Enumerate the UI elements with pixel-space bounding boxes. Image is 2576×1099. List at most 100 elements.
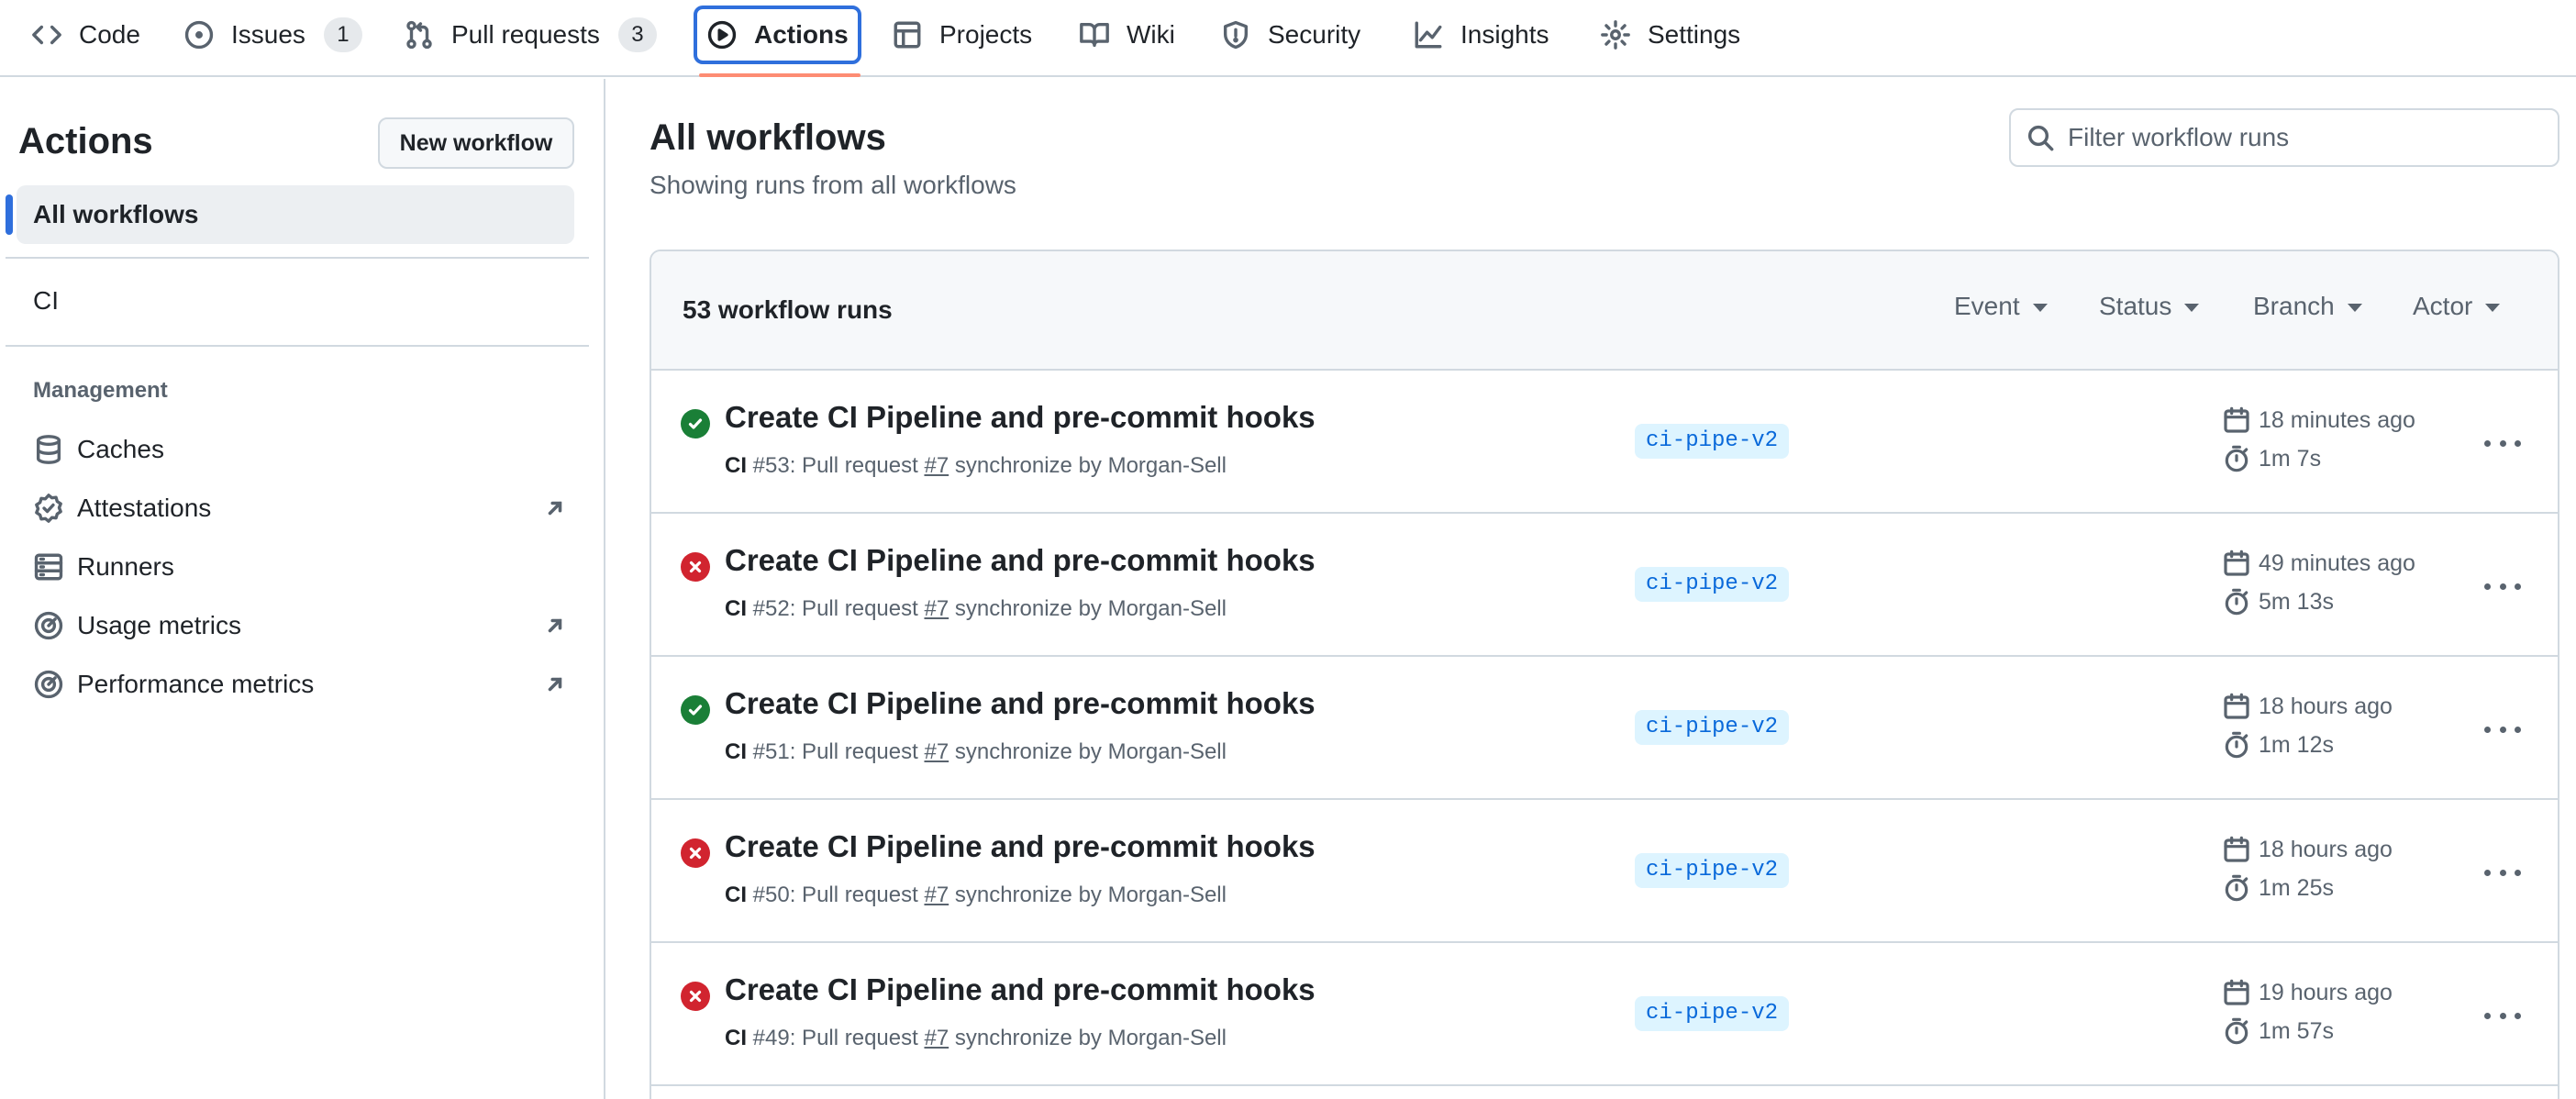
run-title-link[interactable]: Create CI Pipeline and pre-commit hooks [725,543,1316,578]
sidebar-item-label: Attestations [77,494,212,522]
pull-request-link[interactable]: #7 [924,739,949,764]
run-date: 18 hours ago [2222,692,2393,721]
calendar-icon [2224,406,2249,433]
run-date: 18 minutes ago [2222,405,2415,435]
duration: 1m 57s [2259,1017,2334,1044]
run-date: 18 hours ago [2222,835,2393,864]
run-title-link[interactable]: Create CI Pipeline and pre-commit hooks [725,400,1316,435]
workflow-run-row[interactable]: Create CI Pipeline and pre-commit hooks … [651,514,2558,657]
tab-settings[interactable]: Settings [1587,9,1753,61]
tab-label: Settings [1648,20,1741,49]
sidebar-title: Actions [18,121,153,161]
pull-request-link[interactable]: #7 [924,1026,949,1050]
run-title-link[interactable]: Create CI Pipeline and pre-commit hooks [725,686,1316,721]
workflow-run-row[interactable]: Create CI Pipeline and pre-commit hooks … [651,657,2558,800]
duration: 1m 12s [2259,731,2334,758]
success-icon [681,409,710,438]
run-title-link[interactable]: Create CI Pipeline and pre-commit hooks [725,829,1316,864]
caret-down-icon [2032,303,2048,312]
workflow-run-row[interactable]: Create CI Pipeline and pre-commit hooks … [651,800,2558,943]
tab-pull-requests[interactable]: Pull requests 3 [391,9,670,61]
pull-request-link[interactable]: #7 [924,883,949,907]
kebab-horizontal-icon[interactable] [2484,859,2521,886]
run-meta: CI #51: Pull request #7 synchronize by M… [725,739,1227,765]
status-filter-dropdown[interactable]: Status [2099,292,2200,321]
filter-workflow-runs[interactable] [2009,108,2559,167]
sidebar-item-performance-metrics[interactable]: Performance metrics [33,662,565,706]
run-duration: 1m 57s [2222,1016,2334,1046]
sidebar-item-attestations[interactable]: Attestations [33,486,565,530]
new-workflow-button[interactable]: New workflow [378,117,574,169]
kebab-horizontal-icon[interactable] [2484,429,2521,457]
sidebar-item-all-workflows[interactable]: All workflows [17,185,574,244]
branch-label[interactable]: ci-pipe-v2 [1635,996,1790,1031]
workflow-runs-list: 53 workflow runs Event Status Branch Act… [650,250,2559,1099]
event-text: : Pull request [789,596,925,621]
run-number: #50 [752,883,790,907]
kebab-horizontal-icon[interactable] [2484,1002,2521,1029]
event-text: : Pull request [789,739,925,764]
play-icon [707,20,737,50]
database-icon [36,435,61,464]
workflow-run-row[interactable]: Create CI Pipeline and pre-commit hooks … [651,943,2558,1086]
sidebar-item-usage-metrics[interactable]: Usage metrics [33,604,565,648]
tab-code[interactable]: Code [18,9,153,61]
run-duration: 1m 12s [2222,730,2334,760]
tab-label: Actions [754,20,849,49]
tab-label: Pull requests [451,20,600,49]
pull-request-link[interactable]: #7 [924,596,949,621]
run-number: #53 [752,453,790,478]
run-title-link[interactable]: Create CI Pipeline and pre-commit hooks [725,972,1316,1007]
duration: 1m 7s [2259,445,2322,472]
time-ago: 18 minutes ago [2259,406,2415,433]
caret-down-icon [2347,303,2362,312]
actor-filter-dropdown[interactable]: Actor [2413,292,2501,321]
sidebar-item-label: Runners [77,552,174,581]
sidebar-item-runners[interactable]: Runners [33,545,565,589]
branch-label[interactable]: ci-pipe-v2 [1635,424,1790,459]
tab-actions[interactable]: Actions [694,6,861,64]
external-link-icon [548,677,562,692]
tab-insights[interactable]: Insights [1400,9,1562,61]
branch-label[interactable]: ci-pipe-v2 [1635,853,1790,888]
runs-list-header: 53 workflow runs Event Status Branch Act… [651,251,2558,371]
meter-icon [34,611,63,640]
calendar-icon [2224,550,2249,576]
tab-issues[interactable]: Issues 1 [171,9,375,61]
action-text: synchronize by Morgan-Sell [949,596,1227,621]
workflow-name: CI [725,596,747,621]
issue-icon [184,20,214,50]
search-icon [2027,125,2054,151]
sidebar-item-ci[interactable]: CI [33,286,59,316]
kebab-horizontal-icon[interactable] [2484,716,2521,743]
tab-security[interactable]: Security [1207,9,1373,61]
workflow-run-row[interactable]: Create CI Pipeline and pre-commit hooks … [651,371,2558,514]
external-link-icon [548,501,562,516]
table-icon [894,21,921,49]
branch-label[interactable]: ci-pipe-v2 [1635,567,1790,602]
event-filter-dropdown[interactable]: Event [1954,292,2048,321]
calendar-icon [2224,979,2249,1005]
tab-label: Insights [1460,20,1549,49]
time-ago: 18 hours ago [2259,836,2393,862]
repo-nav: Code Issues 1 Pull requests 3 Actions Pr… [0,0,2576,77]
stopwatch-icon [2225,445,2248,472]
book-icon [1080,22,1109,48]
branch-filter-dropdown[interactable]: Branch [2253,292,2362,321]
run-number: #51 [752,739,790,764]
shield-icon [1223,20,1249,50]
divider [6,257,589,259]
kebab-horizontal-icon[interactable] [2484,572,2521,600]
failure-icon [681,552,710,582]
filter-input[interactable] [2068,123,2545,152]
tab-wiki[interactable]: Wiki [1066,9,1188,61]
graph-icon [1415,21,1442,49]
tab-projects[interactable]: Projects [879,9,1045,61]
sidebar-item-label: Performance metrics [77,670,315,698]
server-icon [34,553,63,581]
pull-request-link[interactable]: #7 [924,453,949,478]
dropdown-label: Actor [2413,292,2473,320]
action-text: synchronize by Morgan-Sell [949,739,1227,764]
sidebar-item-caches[interactable]: Caches [33,427,565,472]
branch-label[interactable]: ci-pipe-v2 [1635,710,1790,745]
